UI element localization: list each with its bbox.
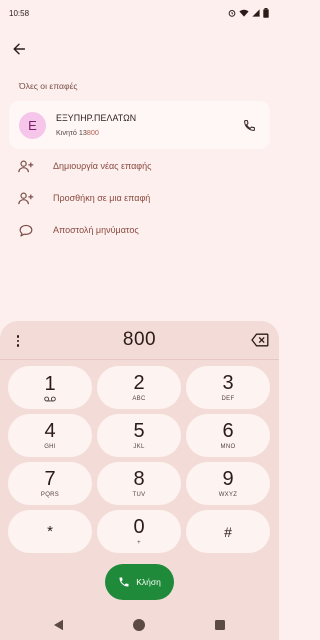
- contact-number-type: Κινητό: [56, 128, 77, 137]
- contact-result-card[interactable]: Ε ΕΞΥΠΗΡ.ΠΕΛΑΤΩΝ Κινητό 13800: [9, 101, 270, 149]
- key-letters: PQRS: [40, 491, 60, 498]
- action-label: Προσθήκη σε μια επαφή: [53, 193, 151, 203]
- battery-icon: [263, 8, 269, 18]
- dial-key-hash[interactable]: #: [186, 510, 270, 553]
- action-label: Αποστολή μηνύματος: [53, 225, 139, 235]
- contact-number-prefix: 13: [78, 128, 87, 137]
- key-letters: TUV: [132, 491, 146, 498]
- add-person-icon: [17, 189, 35, 207]
- phone-icon: [119, 577, 129, 587]
- voicemail-icon: [44, 396, 56, 401]
- key-digit: 2: [133, 371, 145, 394]
- key-letters: WXYZ: [218, 491, 238, 498]
- backspace-icon: [251, 333, 269, 347]
- dial-key-star[interactable]: *: [8, 510, 92, 553]
- add-person-icon: [17, 157, 35, 175]
- key-digit: 3: [222, 371, 234, 394]
- dial-key-4[interactable]: 4 GHI: [8, 414, 92, 457]
- avatar: Ε: [19, 112, 46, 139]
- dialpad-divider: [0, 359, 279, 360]
- key-digit: 4: [44, 419, 56, 442]
- signal-icon: [252, 9, 260, 17]
- key-letters: ABC: [132, 395, 146, 402]
- status-bar: 10:58: [0, 0, 279, 26]
- key-digit: 7: [44, 467, 56, 490]
- send-message-action[interactable]: Αποστολή μηνύματος: [17, 221, 257, 239]
- key-letters: JKL: [133, 443, 145, 450]
- dial-key-8[interactable]: 8 TUV: [97, 462, 181, 505]
- dial-key-6[interactable]: 6 MNO: [186, 414, 270, 457]
- dial-key-7[interactable]: 7 PQRS: [8, 462, 92, 505]
- create-new-contact-action[interactable]: Δημιουργία νέας επαφής: [17, 157, 257, 175]
- add-to-contact-action[interactable]: Προσθήκη σε μια επαφή: [17, 189, 257, 207]
- nav-recents-icon[interactable]: [215, 620, 225, 630]
- action-label: Δημιουργία νέας επαφής: [53, 161, 152, 171]
- contact-number-match: 800: [86, 128, 99, 137]
- contact-name: ΕΞΥΠΗΡ.ΠΕΛΑΤΩΝ: [56, 113, 137, 123]
- key-digit: #: [224, 523, 232, 540]
- alarm-icon: [228, 10, 236, 17]
- key-digit: 0: [133, 515, 145, 538]
- section-title: Όλες οι επαφές: [19, 81, 78, 91]
- backspace-button[interactable]: [251, 333, 269, 347]
- dial-key-5[interactable]: 5 JKL: [97, 414, 181, 457]
- call-button[interactable]: Κλήση: [105, 564, 174, 600]
- call-contact-button[interactable]: [240, 116, 258, 134]
- wifi-icon: [239, 9, 249, 17]
- system-navigation-bar: [0, 610, 279, 640]
- status-icons: [228, 8, 269, 18]
- key-letters: +: [137, 539, 141, 546]
- nav-home-icon[interactable]: [133, 619, 145, 631]
- key-digit: 9: [222, 467, 234, 490]
- nav-back-icon[interactable]: [53, 619, 64, 631]
- back-button[interactable]: [8, 38, 30, 60]
- dial-key-2[interactable]: 2 ABC: [97, 366, 181, 409]
- key-digit: 8: [133, 467, 145, 490]
- status-time: 10:58: [9, 8, 30, 18]
- arrow-back-icon: [13, 43, 25, 55]
- key-letters: DEF: [221, 395, 235, 402]
- key-letters: MNO: [220, 443, 236, 450]
- key-digit: 1: [44, 372, 56, 395]
- message-icon: [17, 221, 35, 239]
- dial-key-9[interactable]: 9 WXYZ: [186, 462, 270, 505]
- phone-icon: [243, 119, 255, 131]
- contact-number: 13800: [79, 128, 99, 137]
- dialed-number[interactable]: 800: [0, 329, 279, 351]
- dial-key-1[interactable]: 1: [8, 366, 92, 409]
- key-digit: 6: [222, 419, 234, 442]
- contact-number-line: Κινητό 13800: [56, 128, 99, 137]
- dialpad-header: 800: [0, 321, 279, 359]
- key-digit: *: [47, 522, 53, 540]
- dial-key-3[interactable]: 3 DEF: [186, 366, 270, 409]
- dial-key-0[interactable]: 0 +: [97, 510, 181, 553]
- key-letters: GHI: [44, 443, 56, 450]
- call-button-label: Κλήση: [136, 577, 161, 587]
- key-digit: 5: [133, 419, 145, 442]
